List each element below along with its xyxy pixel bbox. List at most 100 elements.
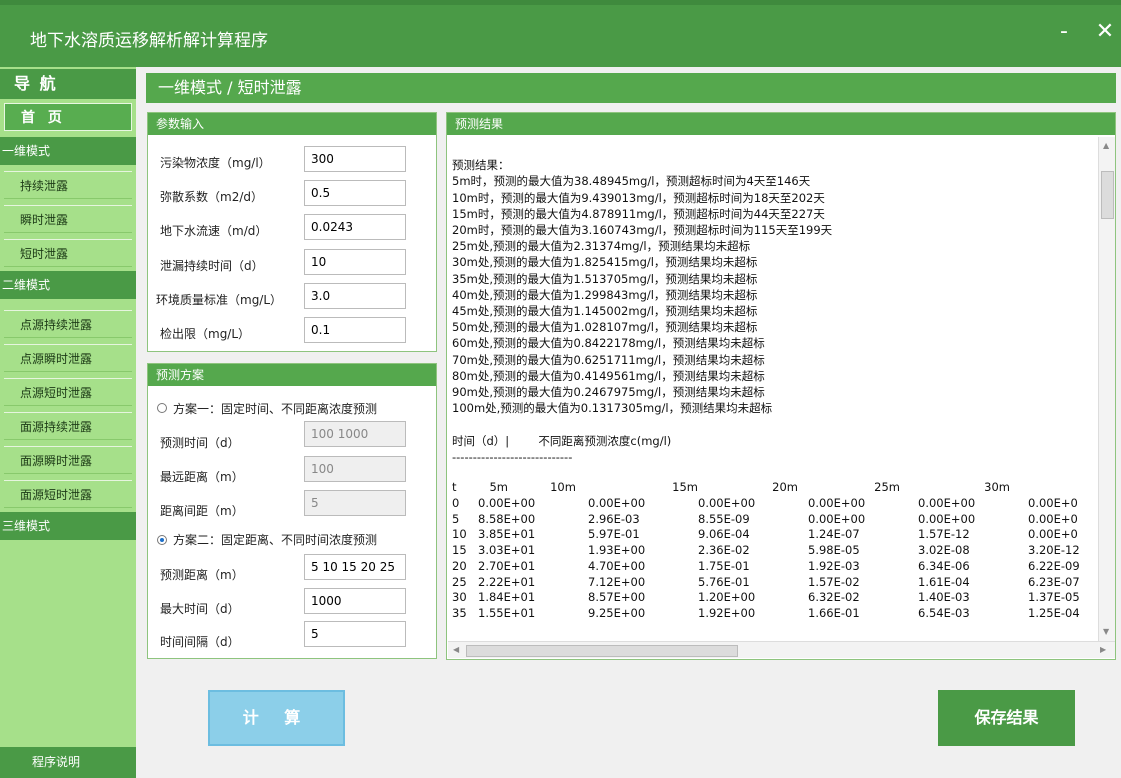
table-header: 5m [489, 480, 508, 494]
table-cell: 10 [452, 527, 467, 542]
result-line: 70m处,预测的最大值为0.6251711mg/l，预测结果均未超标 [452, 352, 765, 367]
time-interval-field[interactable] [304, 621, 406, 647]
max-distance-field[interactable] [304, 456, 406, 482]
sidebar-item-1d-continuous[interactable]: 持续泄露 [4, 171, 132, 199]
table-cell: 3.03E+01 [478, 543, 536, 558]
save-results-button[interactable]: 保存结果 [938, 690, 1075, 746]
params-panel-title: 参数输入 [148, 113, 436, 135]
table-cell: 1.24E-07 [808, 527, 860, 542]
dispersion-field[interactable] [304, 180, 406, 206]
result-line: 50m处,预测的最大值为1.028107mg/l，预测结果均未超标 [452, 320, 758, 335]
result-line: 40m处,预测的最大值为1.299843mg/l，预测结果均未超标 [452, 287, 758, 302]
sidebar-item-home[interactable]: 首 页 [4, 103, 132, 131]
table-cell: 6.34E-06 [918, 558, 970, 573]
standard-field[interactable] [304, 283, 406, 309]
distance-spacing-field[interactable] [304, 490, 406, 516]
table-row: 25 2.22E+01 7.12E+00 5.76E-01 1.57E-02 1.61E-… [452, 575, 1088, 591]
table-cell: 1.66E-01 [808, 605, 860, 620]
duration-field[interactable] [304, 249, 406, 275]
scheme-two-radio[interactable] [157, 535, 167, 545]
table-cell: 0.00E+0 [1028, 527, 1078, 542]
param-label-concentration: 污染物浓度（mg/l） [160, 156, 271, 170]
sidebar-item-help[interactable]: 程序说明 [0, 747, 136, 778]
minimize-button[interactable]: - [1050, 18, 1078, 46]
prediction-distance-field[interactable] [304, 554, 406, 580]
scroll-up-icon[interactable]: ▲ [1103, 141, 1109, 150]
scroll-left-icon[interactable]: ◀ [453, 645, 459, 654]
table-cell: 25 [452, 574, 467, 589]
result-line: 60m处,预测的最大值为0.8422178mg/l，预测结果均未超标 [452, 336, 765, 351]
table-header: 15m [672, 480, 698, 494]
scheme-one-time-label: 预测时间（d） [160, 436, 240, 450]
calculate-button[interactable]: 计 算 [208, 690, 345, 746]
scroll-thumb[interactable] [466, 645, 738, 657]
table-header-row: t 5m 10m 15m 20m 25m 30m [452, 480, 1030, 496]
table-cell: 5 [452, 511, 460, 526]
result-line: 80m处,预测的最大值为0.4149561mg/l，预测结果均未超标 [452, 368, 765, 383]
table-cell: 0.00E+00 [918, 511, 976, 526]
param-label-detection: 检出限（mg/L） [160, 327, 251, 341]
scheme-one-spacing-label: 距离间距（m） [160, 504, 244, 518]
table-cell: 0.00E+0 [1028, 496, 1078, 510]
results-panel-title: 预测结果 [447, 113, 1115, 135]
table-cell: 0.00E+00 [808, 496, 866, 510]
sidebar-item-1d-instant[interactable]: 瞬时泄露 [4, 205, 132, 233]
table-cell: 1.25E-04 [1028, 605, 1080, 620]
sidebar-section-2d[interactable]: 二维模式 [0, 271, 136, 299]
table-cell: 6.54E-03 [918, 605, 970, 620]
results-textarea[interactable]: 预测结果： 5m时，预测的最大值为38.48945mg/l，预测超标时间为4天至… [448, 137, 1098, 641]
window-title: 地下水溶质运移解析解计算程序 [30, 31, 268, 51]
param-label-velocity: 地下水流速（m/d） [160, 224, 268, 238]
table-cell: 0.00E+00 [918, 496, 976, 510]
scheme-one-radio[interactable] [157, 403, 167, 413]
velocity-field[interactable] [304, 214, 406, 240]
table-row: 30 1.84E+01 8.57E+00 1.20E+00 6.32E-02 1.40E-… [452, 590, 1088, 606]
sidebar-item-2d-point-instant[interactable]: 点源瞬时泄露 [4, 344, 132, 372]
table-cell: 9.06E-04 [698, 527, 750, 542]
scroll-thumb[interactable] [1101, 171, 1114, 219]
result-line: 25m处,预测的最大值为2.31374mg/l，预测结果均未超标 [452, 239, 751, 254]
close-button[interactable]: ✕ [1091, 18, 1119, 46]
table-row: 15 3.03E+01 1.93E+00 2.36E-02 5.98E-05 3.02E-… [452, 543, 1088, 559]
table-cell: 0.00E+00 [698, 496, 756, 510]
scheme-panel-title: 预测方案 [148, 364, 436, 386]
max-time-field[interactable] [304, 588, 406, 614]
table-cell: 2.96E-03 [588, 511, 640, 526]
table-cell: 0.00E+00 [478, 496, 536, 510]
table-row: 0 0.00E+00 0.00E+00 0.00E+00 0.00E+00 0.00E+0… [452, 496, 1088, 512]
table-cell: 3.85E+01 [478, 527, 536, 542]
vertical-scrollbar[interactable]: ▲ ▼ [1098, 137, 1115, 641]
table-cell: 9.25E+00 [588, 605, 646, 620]
sidebar-item-2d-point-continuous[interactable]: 点源持续泄露 [4, 310, 132, 338]
table-cell: 1.61E-04 [918, 574, 970, 589]
sidebar-item-2d-point-short[interactable]: 点源短时泄露 [4, 378, 132, 406]
table-cell: 6.22E-09 [1028, 558, 1080, 573]
scheme-two-label: 方案二：固定距离、不同时间浓度预测 [173, 533, 378, 547]
sidebar-item-2d-area-short[interactable]: 面源短时泄露 [4, 480, 132, 508]
sidebar-item-2d-area-continuous[interactable]: 面源持续泄露 [4, 412, 132, 440]
table-cell: 1.93E+00 [588, 543, 646, 558]
scroll-right-icon[interactable]: ▶ [1100, 645, 1106, 654]
result-line: 90m处,预测的最大值为0.2467975mg/l，预测结果均未超标 [452, 385, 765, 400]
concentration-field[interactable] [304, 146, 406, 172]
table-cell: 8.57E+00 [588, 590, 646, 605]
table-cell: 8.55E-09 [698, 511, 750, 526]
table-row: 20 2.70E+01 4.70E+00 1.75E-01 1.92E-03 6.34E-… [452, 559, 1088, 575]
scheme-one-max-distance-label: 最远距离（m） [160, 470, 244, 484]
table-cell: 5.76E-01 [698, 574, 750, 589]
scroll-down-icon[interactable]: ▼ [1103, 627, 1109, 636]
table-cell: 1.92E-03 [808, 558, 860, 573]
result-line: 100m处,预测的最大值为0.1317305mg/l，预测结果均未超标 [452, 401, 773, 416]
prediction-time-field[interactable] [304, 421, 406, 447]
sidebar-section-1d[interactable]: 一维模式 [0, 137, 136, 165]
table-header: t [452, 480, 457, 494]
results-data-table: 0 0.00E+00 0.00E+00 0.00E+00 0.00E+00 0.00E+0… [452, 496, 1088, 622]
table-header: 20m [772, 480, 798, 494]
table-header: 25m [874, 480, 900, 494]
table-separator: ----------------------------- [452, 449, 573, 464]
sidebar-item-1d-short[interactable]: 短时泄露 [4, 239, 132, 267]
sidebar-item-2d-area-instant[interactable]: 面源瞬时泄露 [4, 446, 132, 474]
detection-limit-field[interactable] [304, 317, 406, 343]
sidebar-section-3d[interactable]: 三维模式 [0, 512, 136, 540]
horizontal-scrollbar[interactable]: ◀ ▶ [448, 641, 1115, 658]
